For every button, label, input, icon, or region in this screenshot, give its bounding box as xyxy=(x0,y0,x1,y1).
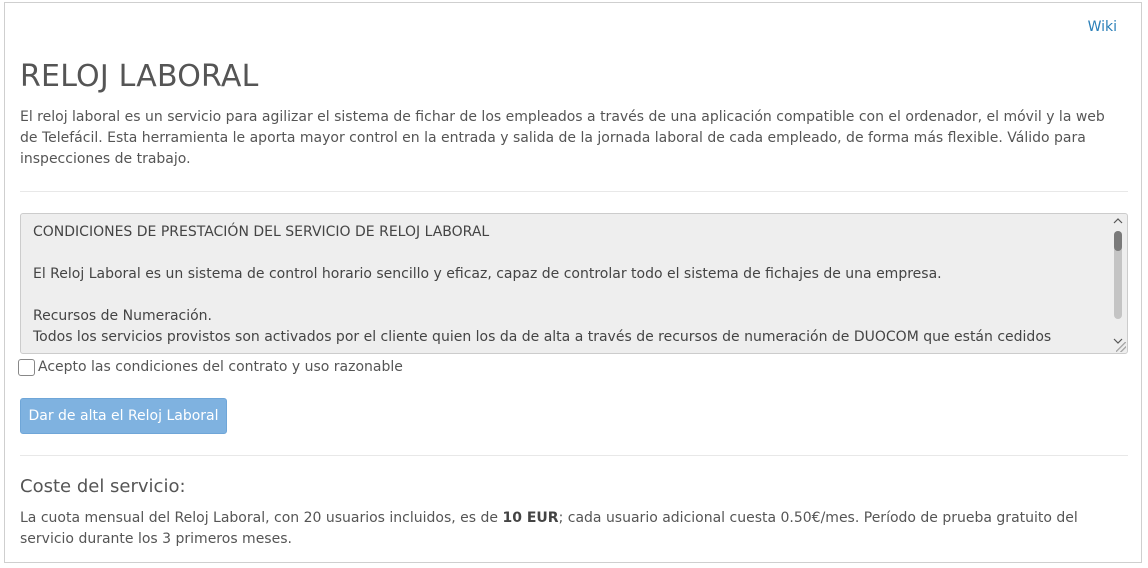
accept-label[interactable]: Acepto las condiciones del contrato y us… xyxy=(38,359,403,375)
terms-paragraph: El Reloj Laboral es un sistema de contro… xyxy=(33,266,942,282)
activate-service-button[interactable]: Dar de alta el Reloj Laboral xyxy=(20,398,227,434)
resize-grip-icon[interactable] xyxy=(1116,342,1126,352)
wiki-link[interactable]: Wiki xyxy=(1088,19,1117,35)
terms-textarea[interactable]: CONDICIONES DE PRESTACIÓN DEL SERVICIO D… xyxy=(20,213,1128,354)
terms-scrollbar[interactable] xyxy=(1111,216,1125,344)
terms-content: CONDICIONES DE PRESTACIÓN DEL SERVICIO D… xyxy=(33,222,1103,348)
accept-checkbox[interactable] xyxy=(18,358,35,376)
terms-heading: CONDICIONES DE PRESTACIÓN DEL SERVICIO D… xyxy=(33,224,490,240)
terms-section-title: Recursos de Numeración. xyxy=(33,308,212,324)
service-description: El reloj laboral es un servicio para agi… xyxy=(20,109,1105,167)
divider xyxy=(20,191,1128,192)
service-panel: Wiki RELOJ LABORAL El reloj laboral es u… xyxy=(4,2,1142,563)
cost-description: La cuota mensual del Reloj Laboral, con … xyxy=(20,508,1120,550)
scroll-thumb[interactable] xyxy=(1114,231,1122,319)
chevron-up-icon[interactable] xyxy=(1113,217,1123,227)
divider xyxy=(20,455,1128,456)
cost-heading: Coste del servicio: xyxy=(20,476,186,497)
cost-price: 10 EUR xyxy=(502,510,559,526)
accept-conditions-row[interactable]: Acepto las condiciones del contrato y us… xyxy=(18,357,403,377)
cost-text-before: La cuota mensual del Reloj Laboral, con … xyxy=(20,510,503,526)
page-title: RELOJ LABORAL xyxy=(20,59,259,94)
terms-paragraph: Todos los servicios provistos son activa… xyxy=(33,329,1052,345)
